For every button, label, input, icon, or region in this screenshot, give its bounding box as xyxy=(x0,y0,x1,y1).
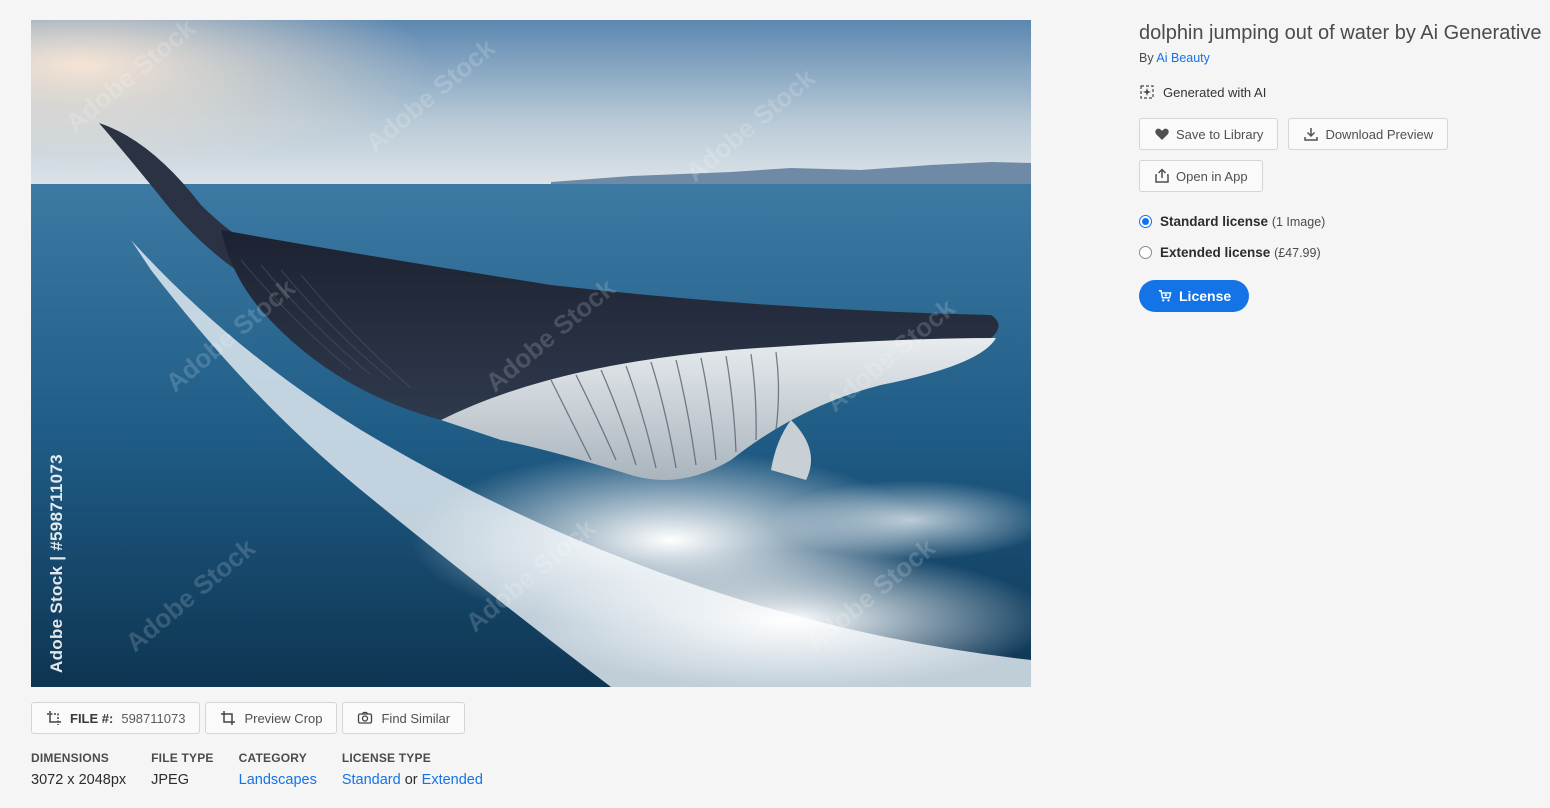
file-number-button[interactable]: FILE #: 598711073 xyxy=(31,702,201,734)
preview-crop-button[interactable]: Preview Crop xyxy=(205,702,338,734)
standard-license-detail: (1 Image) xyxy=(1271,215,1326,229)
file-number: 598711073 xyxy=(121,710,186,726)
standard-license-option[interactable]: Standard license (1 Image) xyxy=(1139,214,1539,229)
download-icon xyxy=(1303,126,1319,142)
whale-illustration xyxy=(31,20,1031,687)
action-row-2: Open in App xyxy=(1139,160,1539,192)
standard-license-radio[interactable] xyxy=(1139,215,1152,228)
standard-license-label: Standard license xyxy=(1160,214,1269,229)
crop-file-icon xyxy=(46,710,62,726)
action-row-1: Save to Library Download Preview xyxy=(1139,118,1539,150)
filetype-label: FILE TYPE xyxy=(151,751,214,765)
filetype-value: JPEG xyxy=(151,772,190,788)
byline: By Ai Beauty xyxy=(1139,51,1539,65)
stock-image[interactable]: Adobe Stock Adobe Stock Adobe Stock Adob… xyxy=(31,20,1031,687)
cart-icon xyxy=(1157,288,1173,304)
category-column: CATEGORY Landscapes xyxy=(239,751,317,788)
save-to-library-button[interactable]: Save to Library xyxy=(1139,118,1279,150)
camera-icon xyxy=(357,710,373,726)
license-button-label: License xyxy=(1179,288,1232,304)
share-icon xyxy=(1154,168,1170,184)
filetype-column: FILE TYPE JPEG xyxy=(151,751,213,788)
category-label: CATEGORY xyxy=(238,751,307,765)
find-similar-button[interactable]: Find Similar xyxy=(342,702,466,734)
save-to-library-label: Save to Library xyxy=(1176,126,1264,142)
ai-sparkle-icon xyxy=(1139,84,1155,100)
extended-license-link[interactable]: Extended xyxy=(422,772,483,788)
category-link[interactable]: Landscapes xyxy=(239,772,317,788)
crop-icon xyxy=(220,710,236,726)
image-title: dolphin jumping out of water by Ai Gener… xyxy=(1139,22,1542,44)
ai-badge-label: Generated with AI xyxy=(1163,84,1267,100)
license-type-column: LICENSE TYPE Standard or Extended xyxy=(342,751,483,788)
find-similar-label: Find Similar xyxy=(381,710,451,726)
heart-icon xyxy=(1154,126,1170,142)
license-or-text: or xyxy=(404,772,418,788)
dimensions-column: DIMENSIONS 3072 x 2048px xyxy=(31,751,126,788)
ai-badge: Generated with AI xyxy=(1139,84,1539,100)
side-watermark: Adobe Stock | #598711073 xyxy=(47,454,66,673)
extended-license-detail: (£47.99) xyxy=(1274,246,1321,260)
download-preview-button[interactable]: Download Preview xyxy=(1288,118,1449,150)
image-toolbar: FILE #: 598711073 Preview Crop Find Simi… xyxy=(31,702,466,734)
dimensions-label: DIMENSIONS xyxy=(31,751,110,765)
extended-license-radio[interactable] xyxy=(1139,246,1152,259)
by-label: By xyxy=(1139,51,1154,65)
extended-license-option[interactable]: Extended license (£47.99) xyxy=(1139,245,1539,260)
image-metadata: DIMENSIONS 3072 x 2048px FILE TYPE JPEG … xyxy=(31,751,508,788)
dimensions-value: 3072 x 2048px xyxy=(31,772,127,788)
file-label: FILE #: xyxy=(70,710,114,726)
standard-license-link[interactable]: Standard xyxy=(342,772,401,788)
license-type-label: LICENSE TYPE xyxy=(341,751,431,765)
preview-crop-label: Preview Crop xyxy=(244,710,323,726)
extended-license-label: Extended license xyxy=(1160,245,1271,260)
author-link[interactable]: Ai Beauty xyxy=(1156,51,1210,65)
license-button[interactable]: License xyxy=(1139,280,1250,312)
download-preview-label: Download Preview xyxy=(1325,126,1434,142)
open-in-app-label: Open in App xyxy=(1176,168,1248,184)
details-panel: dolphin jumping out of water by Ai Gener… xyxy=(1139,22,1542,312)
open-in-app-button[interactable]: Open in App xyxy=(1139,160,1263,192)
